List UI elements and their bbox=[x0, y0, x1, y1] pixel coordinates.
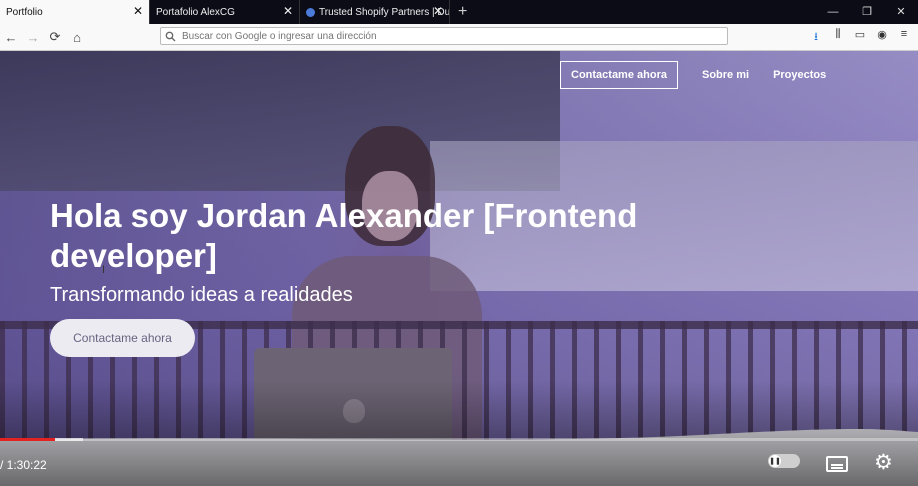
restore-icon[interactable]: ❐ bbox=[850, 0, 884, 24]
tab-shopify-partners[interactable]: Trusted Shopify Partners | Dubli ✕ bbox=[300, 0, 450, 24]
settings-gear-icon[interactable]: ⚙ bbox=[874, 452, 893, 473]
sidebar-icon[interactable]: ▭ bbox=[852, 28, 868, 47]
toolbar-actions: ⭳ ⫼ ▭ ◉ ≡ bbox=[808, 28, 912, 47]
tab-label: Trusted Shopify Partners | Dubli bbox=[319, 6, 450, 18]
player-gradient bbox=[0, 380, 918, 486]
tab-label: Portfolio bbox=[6, 6, 43, 18]
video-time: / 1:30:22 bbox=[0, 458, 47, 472]
nav-contact-button[interactable]: Contactame ahora bbox=[560, 61, 678, 89]
tab-portafolio-alexcg[interactable]: Portafolio AlexCG ✕ bbox=[150, 0, 300, 24]
globe-icon bbox=[306, 7, 315, 17]
site-nav: Contactame ahora Sobre mi Proyectos bbox=[560, 61, 826, 89]
hero-contact-button[interactable]: Contactame ahora bbox=[50, 319, 195, 357]
library-icon[interactable]: ⫼ bbox=[830, 28, 846, 47]
progress-played bbox=[0, 438, 56, 441]
tab-label: Portafolio AlexCG bbox=[156, 6, 235, 18]
text-cursor-icon: I bbox=[102, 264, 106, 276]
close-window-icon[interactable]: ✕ bbox=[884, 0, 918, 24]
menu-icon[interactable]: ≡ bbox=[896, 28, 912, 47]
subtitles-icon[interactable] bbox=[826, 456, 848, 472]
page-subtitle: Transformando ideas a realidades bbox=[50, 284, 353, 306]
back-icon[interactable]: ← bbox=[0, 30, 22, 45]
video-progress-bar[interactable] bbox=[0, 438, 918, 441]
account-icon[interactable]: ◉ bbox=[874, 28, 890, 47]
nav-link-about[interactable]: Sobre mi bbox=[702, 69, 749, 81]
autoplay-toggle[interactable]: ❚❚ bbox=[768, 454, 800, 468]
new-tab-icon[interactable]: + bbox=[450, 0, 475, 24]
search-icon bbox=[165, 31, 176, 41]
pause-icon: ❚❚ bbox=[769, 455, 781, 467]
close-icon[interactable]: ✕ bbox=[283, 5, 293, 17]
download-icon[interactable]: ⭳ bbox=[808, 28, 824, 47]
window-controls: — ❐ ✕ bbox=[816, 0, 918, 24]
tab-portfolio[interactable]: Portfolio ✕ bbox=[0, 0, 150, 24]
tab-strip: Portfolio ✕ Portafolio AlexCG ✕ Trusted … bbox=[0, 0, 918, 24]
page-title: Hola soy Jordan Alexander [Frontend deve… bbox=[50, 197, 638, 274]
forward-icon[interactable]: → bbox=[22, 30, 44, 45]
address-bar[interactable] bbox=[160, 27, 728, 45]
home-icon[interactable]: ⌂ bbox=[66, 30, 88, 45]
close-icon[interactable]: ✕ bbox=[133, 5, 143, 17]
browser-toolbar: ← → ⟳ ⌂ ⭳ ⫼ ▭ ◉ ≡ bbox=[0, 24, 918, 51]
nav-link-projects[interactable]: Proyectos bbox=[773, 69, 826, 81]
minimize-icon[interactable]: — bbox=[816, 0, 850, 24]
close-icon[interactable]: ✕ bbox=[433, 5, 443, 17]
url-input[interactable] bbox=[180, 29, 727, 43]
reload-icon[interactable]: ⟳ bbox=[44, 29, 66, 45]
